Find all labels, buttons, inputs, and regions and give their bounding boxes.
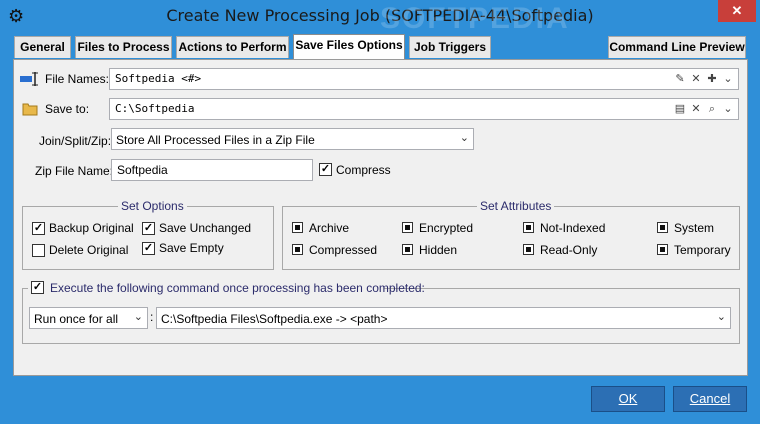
tab-save-files-options[interactable]: Save Files Options [293, 34, 405, 59]
save-to-input[interactable]: C:\Softpedia ▤ ✕ ⌕ ⌄ [109, 98, 739, 120]
set-options-title: Set Options [118, 199, 187, 213]
save-files-options-panel: File Names: Softpedia <#> ✎ ✕ ✚ ⌄ Save t… [13, 59, 748, 376]
temporary-checkbox[interactable] [657, 244, 668, 255]
file-names-label: File Names: [45, 72, 110, 86]
file-names-input[interactable]: Softpedia <#> ✎ ✕ ✚ ⌄ [109, 68, 739, 90]
chevron-down-icon[interactable]: ⌄ [722, 72, 734, 86]
compress-checkbox[interactable]: ✓ [319, 163, 332, 176]
zip-file-name-input[interactable]: Softpedia [111, 159, 313, 181]
zip-file-name-label: Zip File Name: [35, 164, 114, 178]
not-indexed-checkbox[interactable] [523, 222, 534, 233]
archive-label: Archive [309, 221, 350, 235]
backup-original-label: Backup Original [49, 221, 134, 235]
chevron-down-icon: ⌄ [459, 132, 469, 144]
delete-original-label: Delete Original [49, 243, 129, 257]
rename-icon [20, 72, 38, 86]
system-label: System [674, 221, 715, 235]
hidden-checkbox[interactable] [402, 244, 413, 255]
temporary-label: Temporary [674, 243, 731, 257]
tab-general[interactable]: General [14, 36, 71, 58]
set-attributes-title: Set Attributes [477, 199, 555, 213]
tab-job-triggers[interactable]: Job Triggers [409, 36, 491, 58]
compress-label: Compress [336, 163, 391, 177]
save-empty-label: Save Empty [159, 241, 224, 255]
encrypted-label: Encrypted [419, 221, 474, 235]
read-only-label: Read-Only [540, 243, 598, 257]
chevron-down-icon: ⌄ [716, 311, 726, 323]
folder-icon [22, 100, 38, 116]
tab-command-line-preview[interactable]: Command Line Preview [608, 36, 746, 58]
ok-button[interactable]: OK [591, 386, 665, 412]
close-button[interactable]: ✕ [718, 0, 756, 22]
join-split-zip-select[interactable]: Store All Processed Files in a Zip File … [111, 128, 474, 150]
encrypted-checkbox[interactable] [402, 222, 413, 233]
clear-icon[interactable]: ✕ [690, 72, 702, 86]
run-mode-separator: : [150, 310, 154, 324]
tab-actions-to-perform[interactable]: Actions to Perform [176, 36, 289, 58]
save-to-label: Save to: [45, 102, 90, 116]
execute-command-checkbox[interactable]: ✓ [31, 281, 44, 294]
edit-icon[interactable]: ✎ [674, 72, 686, 86]
chevron-down-icon: ⌄ [133, 311, 143, 323]
read-only-checkbox[interactable] [523, 244, 534, 255]
save-empty-checkbox[interactable]: ✓ [142, 242, 155, 255]
cancel-button[interactable]: Cancel [673, 386, 747, 412]
window-title: Create New Processing Job (SOFTPEDIA-44\… [166, 6, 594, 25]
add-icon[interactable]: ✚ [706, 72, 718, 86]
tab-files-to-process[interactable]: Files to Process [75, 36, 172, 58]
hidden-label: Hidden [419, 243, 458, 257]
search-icon[interactable]: ⌕ [706, 102, 718, 116]
backup-original-checkbox[interactable]: ✓ [32, 222, 45, 235]
system-checkbox[interactable] [657, 222, 668, 233]
archive-checkbox[interactable] [292, 222, 303, 233]
compressed-checkbox[interactable] [292, 244, 303, 255]
join-split-zip-label: Join/Split/Zip: [39, 134, 112, 148]
clear-icon[interactable]: ✕ [690, 102, 702, 116]
title-bar: ⚙ Create New Processing Job (SOFTPEDIA-4… [0, 0, 760, 32]
dialog-window: ⚙ Create New Processing Job (SOFTPEDIA-4… [0, 0, 760, 424]
save-unchanged-label: Save Unchanged [159, 221, 252, 235]
chevron-down-icon[interactable]: ⌄ [722, 102, 734, 116]
tab-strip: General Files to Process Actions to Perf… [14, 34, 746, 60]
save-unchanged-checkbox[interactable]: ✓ [142, 222, 155, 235]
run-mode-select[interactable]: Run once for all ⌄ [29, 307, 148, 329]
set-attributes-group [282, 206, 740, 270]
delete-original-checkbox[interactable] [32, 244, 45, 257]
set-options-group [22, 206, 274, 270]
execute-command-label: Execute the following command once proce… [50, 281, 425, 295]
not-indexed-label: Not-Indexed [540, 221, 606, 235]
paste-icon[interactable]: ▤ [674, 102, 686, 116]
compressed-label: Compressed [309, 243, 378, 257]
command-select[interactable]: C:\Softpedia Files\Softpedia.exe -> <pat… [156, 307, 731, 329]
